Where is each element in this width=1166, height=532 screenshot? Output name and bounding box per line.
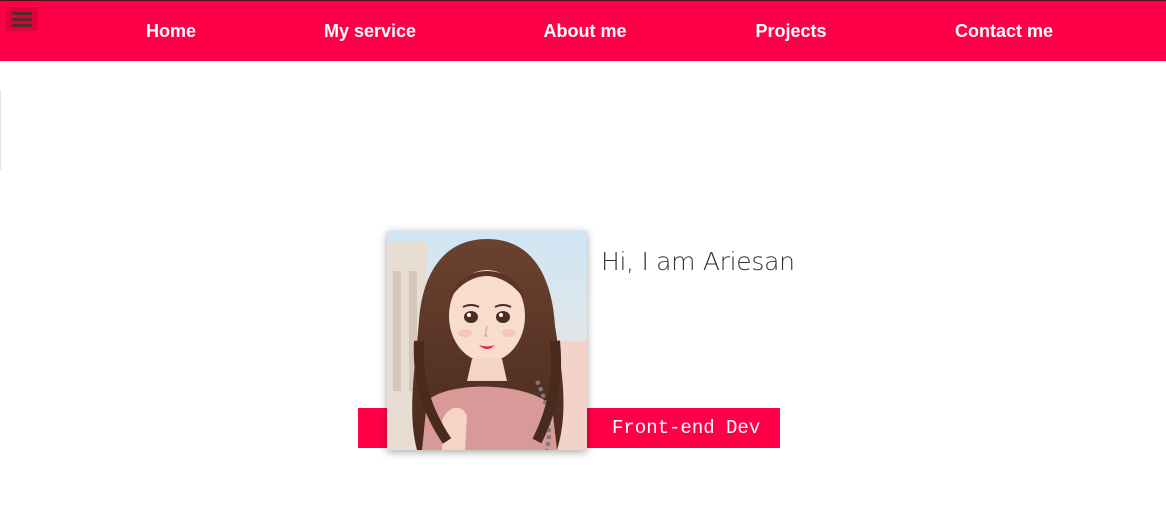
menu-bar-line (12, 11, 32, 15)
nav-link-about-me[interactable]: About me (544, 1, 627, 61)
role-label: Front-end Dev (612, 417, 761, 439)
hero-section: Front-end Dev Hi, I am Ariesan (0, 61, 1166, 532)
nav-link-projects[interactable]: Projects (755, 1, 826, 61)
hamburger-menu-icon[interactable] (6, 7, 38, 31)
nav-link-my-service[interactable]: My service (324, 1, 416, 61)
portrait-illustration (387, 231, 587, 450)
menu-bar-line (12, 23, 32, 27)
menu-bar-line (12, 17, 32, 21)
hero-greeting: Hi, I am Ariesan (601, 247, 795, 276)
nav-link-contact-me[interactable]: Contact me (955, 1, 1053, 61)
profile-portrait (387, 231, 587, 450)
nav-link-home[interactable]: Home (146, 1, 196, 61)
top-navbar: Home My service About me Projects Contac… (0, 0, 1166, 61)
